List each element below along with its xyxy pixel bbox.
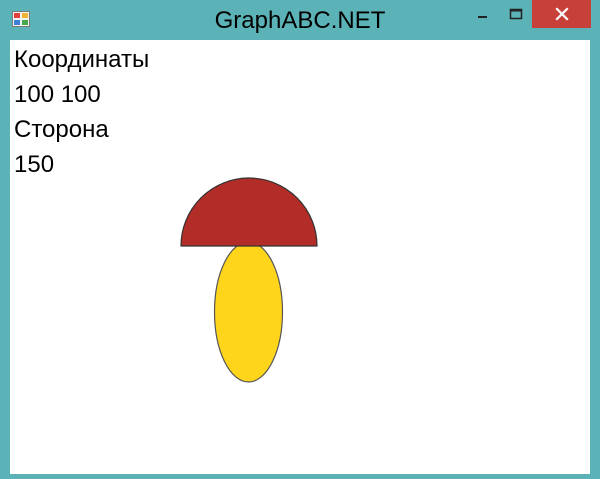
- minimize-button[interactable]: [465, 0, 501, 28]
- mushroom-drawing: [180, 177, 318, 383]
- drawing-canvas[interactable]: Координаты 100 100 Сторона 150: [10, 40, 590, 474]
- minimize-icon: [478, 16, 487, 18]
- close-icon: [554, 7, 569, 21]
- graphabc-app-icon: [12, 11, 30, 27]
- maximize-icon: [509, 8, 523, 20]
- title-bar[interactable]: GraphABC.NET: [0, 0, 600, 40]
- mushroom-stem: [213, 241, 284, 383]
- app-window: GraphABC.NET Координаты 100 100 Сторона …: [0, 0, 600, 479]
- mushroom-cap: [180, 177, 318, 247]
- maximize-button[interactable]: [501, 0, 531, 28]
- close-button[interactable]: [532, 0, 591, 28]
